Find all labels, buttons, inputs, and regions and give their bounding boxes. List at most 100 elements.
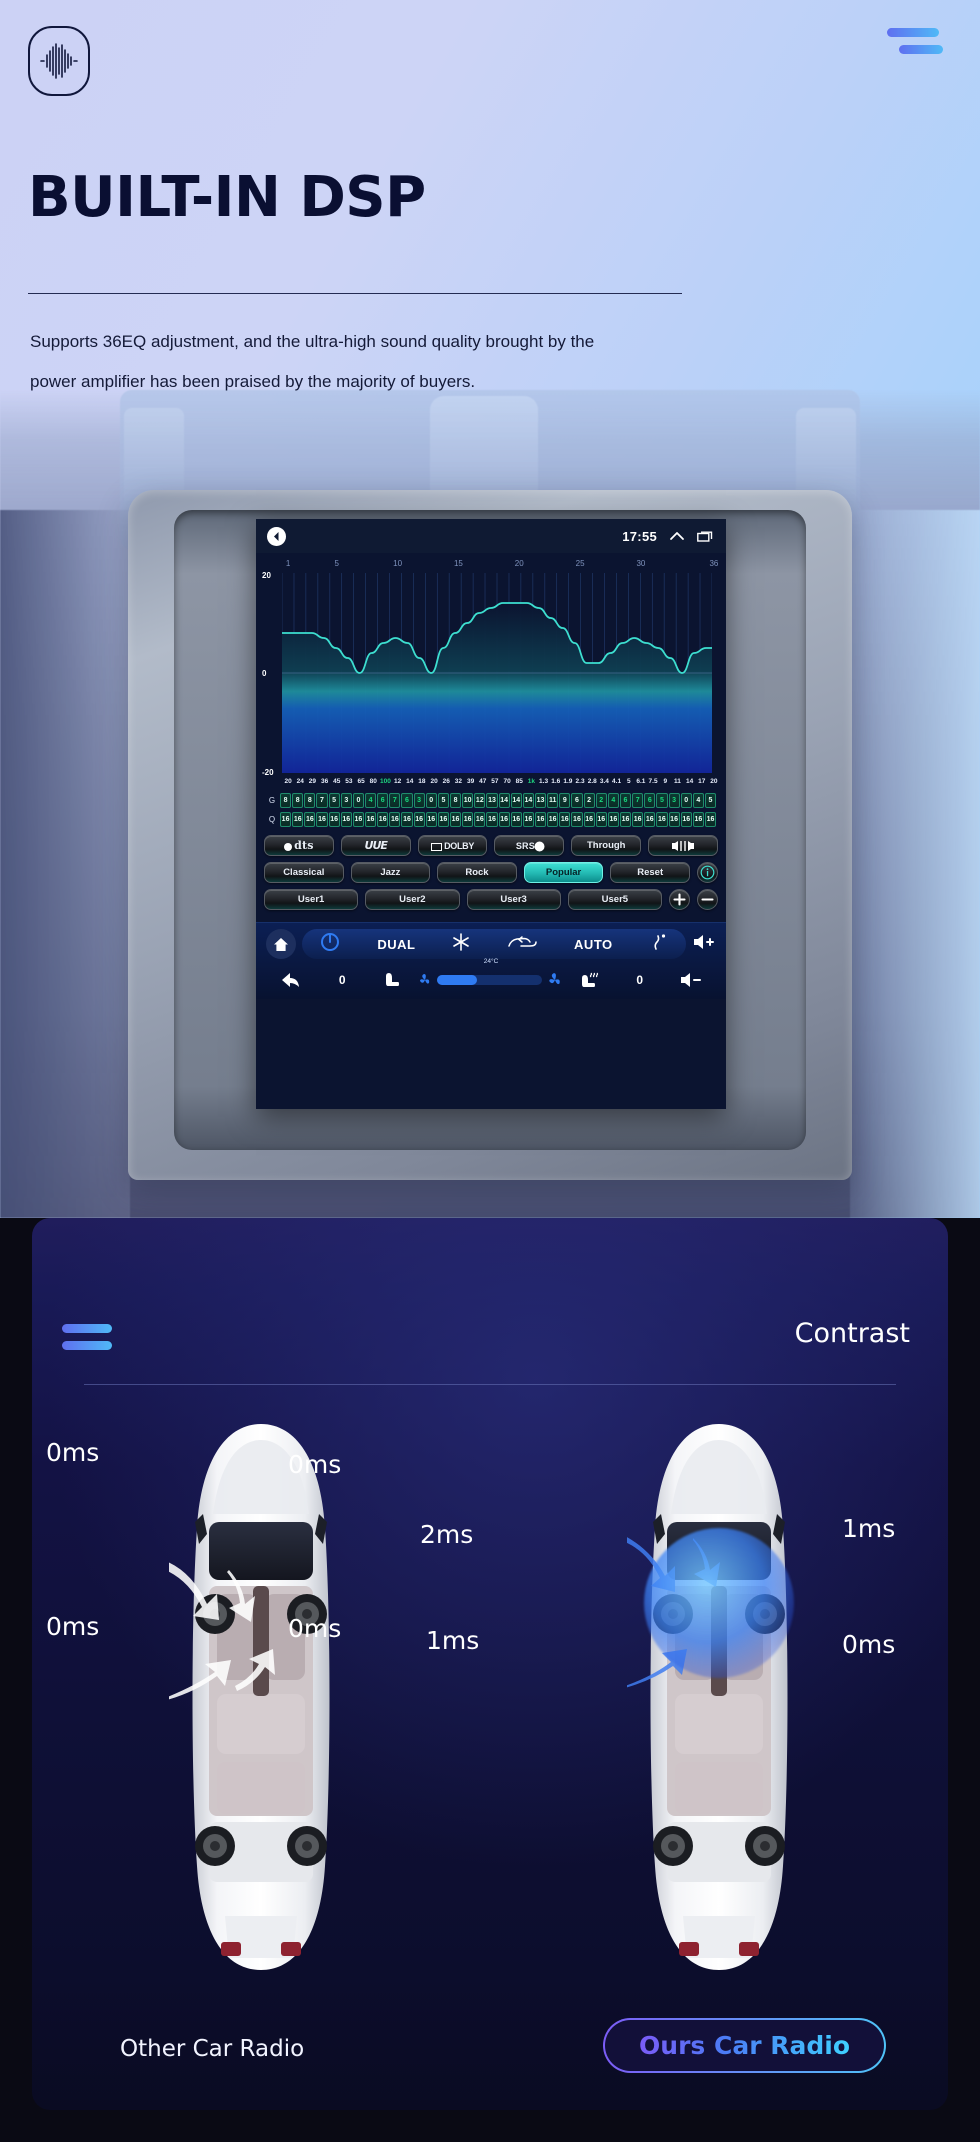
eq-gain-cell[interactable]: 8 — [292, 793, 304, 808]
eq-gain-cell[interactable]: 14 — [522, 793, 534, 808]
eq-q-cell[interactable]: 16 — [668, 812, 680, 827]
eq-gain-cell[interactable]: 8 — [280, 793, 292, 808]
eq-gain-cell[interactable]: 3 — [413, 793, 425, 808]
eq-gain-cell[interactable]: 3 — [340, 793, 352, 808]
eq-gain-cell[interactable]: 5 — [656, 793, 668, 808]
eq-q-cells[interactable]: 16 16 16 16 16 16 16 16 16 16 16 16 16 16 16 16 16 16 16 16… — [280, 812, 722, 827]
preset-dolby-button[interactable]: DOLBY — [417, 835, 488, 856]
preset-user2-button[interactable]: User2 — [365, 889, 460, 910]
eq-gain-cell[interactable]: 12 — [474, 793, 486, 808]
add-preset-button[interactable] — [669, 889, 690, 910]
eq-gain-cell[interactable]: 0 — [680, 793, 692, 808]
eq-q-cell[interactable]: 16 — [449, 812, 462, 827]
eq-q-cell[interactable]: 16 — [619, 812, 632, 827]
eq-q-cell[interactable]: 16 — [425, 812, 437, 827]
eq-q-cell[interactable]: 16 — [377, 812, 389, 827]
power-icon[interactable] — [320, 932, 340, 957]
eq-q-cell[interactable]: 16 — [462, 812, 474, 827]
eq-q-cell[interactable]: 16 — [413, 812, 425, 827]
preset-uue-button[interactable]: UUE — [340, 835, 411, 856]
air-recirculation-icon[interactable] — [507, 934, 537, 955]
fan-speed-slider[interactable] — [418, 972, 563, 988]
eq-q-cell[interactable]: 16 — [632, 812, 644, 827]
eq-q-cell[interactable]: 16 — [522, 812, 534, 827]
eq-gain-cell[interactable]: 0 — [352, 793, 364, 808]
eq-q-cell[interactable]: 16 — [292, 812, 304, 827]
eq-gain-cell[interactable]: 13 — [486, 793, 498, 808]
back-arrow-icon[interactable] — [267, 527, 286, 546]
eq-gain-cell[interactable]: 9 — [559, 793, 571, 808]
eq-gain-cell[interactable]: 14 — [498, 793, 510, 808]
eq-q-cell[interactable]: 16 — [704, 812, 717, 827]
eq-gain-cell[interactable]: 6 — [571, 793, 583, 808]
eq-gain-cell[interactable]: 14 — [510, 793, 522, 808]
eq-gain-cell[interactable]: 6 — [401, 793, 413, 808]
recents-icon[interactable] — [697, 530, 714, 543]
volume-down-icon[interactable] — [665, 971, 716, 989]
ours-car-badge[interactable]: Ours Car Radio — [603, 2018, 886, 2073]
eq-gain-cell[interactable]: 4 — [607, 793, 619, 808]
eq-gain-cell[interactable]: 6 — [619, 793, 632, 808]
eq-q-cell[interactable]: 16 — [340, 812, 352, 827]
fan-slider-track[interactable] — [437, 975, 543, 985]
eq-q-cell[interactable]: 16 — [534, 812, 547, 827]
preset-rock-button[interactable]: Rock — [437, 862, 517, 883]
eq-gain-cell[interactable]: 4 — [692, 793, 704, 808]
right-temp-value[interactable]: 0 — [614, 973, 665, 987]
preset-user1-button[interactable]: User1 — [264, 889, 359, 910]
eq-q-cell[interactable]: 16 — [316, 812, 328, 827]
eq-q-cell[interactable]: 16 — [474, 812, 486, 827]
eq-gain-cell[interactable]: 7 — [316, 793, 328, 808]
seat-heat-icon[interactable] — [563, 971, 614, 989]
preset-user5-button[interactable]: User5 — [567, 889, 662, 910]
eq-q-cell[interactable]: 16 — [644, 812, 656, 827]
eq-q-cell[interactable]: 16 — [389, 812, 401, 827]
eq-gain-cell[interactable]: 5 — [437, 793, 449, 808]
eq-gain-cell[interactable]: 4 — [364, 793, 377, 808]
preset-classical-button[interactable]: Classical — [264, 862, 344, 883]
eq-gain-cell[interactable]: 10 — [462, 793, 474, 808]
eq-gain-cell[interactable]: 8 — [304, 793, 316, 808]
eq-gain-cell[interactable]: 6 — [377, 793, 389, 808]
remove-preset-button[interactable] — [697, 889, 718, 910]
preset-jazz-button[interactable]: Jazz — [350, 862, 431, 883]
eq-gain-cells[interactable]: 8 8 8 7 5 3 0 4 6 7 6 3 0 5 8 10 12 13 14 14 14 13 11 9 6 2 2 4 6 7 6 5… — [280, 793, 722, 808]
eq-curve-plot[interactable]: 20 0 -20 — [262, 571, 712, 777]
eq-q-cell[interactable]: 16 — [656, 812, 668, 827]
eq-gain-cell[interactable]: 7 — [389, 793, 401, 808]
eq-q-cell[interactable]: 16 — [280, 812, 292, 827]
eq-gain-cell[interactable]: 5 — [704, 793, 717, 808]
hamburger-icon[interactable] — [62, 1324, 120, 1350]
eq-q-cell[interactable]: 16 — [607, 812, 619, 827]
eq-gain-cell[interactable]: 8 — [449, 793, 462, 808]
eq-q-cell[interactable]: 16 — [352, 812, 364, 827]
eq-gain-row[interactable]: G 8 8 8 7 5 3 0 4 6 7 6 3 0 5 8 10 12 13 14 14 14 13 11 9 6 2 2 4 6 7… — [264, 792, 722, 809]
preset-dts-button[interactable]: dts — [264, 835, 334, 856]
preset-user3-button[interactable]: User3 — [466, 889, 561, 910]
preset-reset-button[interactable]: Reset — [610, 862, 690, 883]
balance-icon[interactable] — [648, 835, 718, 856]
preset-through-button[interactable]: Through — [571, 835, 642, 856]
dual-label[interactable]: DUAL — [377, 937, 415, 952]
eq-gain-cell[interactable]: 7 — [632, 793, 644, 808]
home-icon[interactable] — [266, 929, 296, 959]
hamburger-icon[interactable] — [887, 28, 947, 64]
eq-gain-cell[interactable]: 13 — [534, 793, 547, 808]
eq-q-cell[interactable]: 16 — [401, 812, 413, 827]
eq-gain-cell[interactable]: 5 — [328, 793, 340, 808]
preset-popular-button[interactable]: Popular — [523, 862, 604, 883]
left-temp-value[interactable]: 0 — [317, 973, 368, 987]
eq-q-cell[interactable]: 16 — [486, 812, 498, 827]
eq-gain-cell[interactable]: 11 — [547, 793, 559, 808]
eq-gain-cell[interactable]: 3 — [668, 793, 680, 808]
info-icon[interactable] — [696, 862, 718, 883]
eq-gain-cell[interactable]: 2 — [595, 793, 607, 808]
eq-q-cell[interactable]: 16 — [547, 812, 559, 827]
eq-q-cell[interactable]: 16 — [559, 812, 571, 827]
eq-q-cell[interactable]: 16 — [364, 812, 377, 827]
eq-q-cell[interactable]: 16 — [692, 812, 704, 827]
back-arrow-icon[interactable] — [266, 972, 317, 988]
eq-gain-cell[interactable]: 6 — [644, 793, 656, 808]
eq-q-cell[interactable]: 16 — [304, 812, 316, 827]
preset-srs-button[interactable]: SRS — [494, 835, 565, 856]
